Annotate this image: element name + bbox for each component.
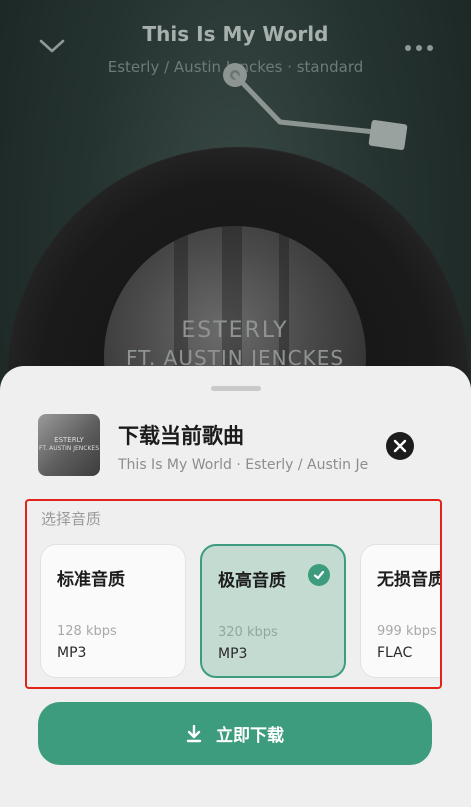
download-icon <box>186 724 202 743</box>
quality-selector: 选择音质 标准音质 128 kbps MP3 极高音质 320 kbps MP3… <box>25 499 442 689</box>
sheet-subtitle: This Is My World · Esterly / Austin Jenc… <box>118 457 368 473</box>
download-now-button[interactable]: 立即下载 <box>38 702 432 765</box>
quality-card-standard[interactable]: 标准音质 128 kbps MP3 <box>40 544 186 678</box>
quality-bitrate: 320 kbps <box>218 625 278 640</box>
quality-format: FLAC <box>377 645 413 661</box>
quality-bitrate: 999 kbps <box>377 624 437 639</box>
cover-artist: ESTERLY <box>181 318 289 343</box>
quality-name: 标准音质 <box>57 570 125 590</box>
check-icon <box>308 564 330 586</box>
sheet-title: 下载当前歌曲 <box>118 424 244 448</box>
quality-label: 选择音质 <box>41 510 102 528</box>
close-button[interactable] <box>386 432 414 460</box>
quality-name: 无损音质 <box>377 570 442 590</box>
quality-name: 极高音质 <box>218 571 286 591</box>
quality-card-lossless[interactable]: 无损音质 999 kbps FLAC <box>360 544 442 678</box>
close-icon <box>393 439 407 453</box>
thumb-featuring: FT. AUSTIN JENCKES <box>38 445 100 452</box>
tonearm-icon <box>223 63 408 150</box>
quality-format: MP3 <box>57 645 87 661</box>
download-label: 立即下载 <box>216 726 284 746</box>
quality-card-high[interactable]: 极高音质 320 kbps MP3 <box>200 544 346 678</box>
song-title: This Is My World <box>142 22 329 46</box>
thumb-artist: ESTERLY <box>54 436 84 444</box>
drag-handle[interactable] <box>211 386 261 391</box>
quality-bitrate: 128 kbps <box>57 624 117 639</box>
more-icon[interactable] <box>404 44 434 52</box>
album-thumbnail: ESTERLY FT. AUSTIN JENCKES <box>38 414 100 476</box>
quality-format: MP3 <box>218 646 248 662</box>
